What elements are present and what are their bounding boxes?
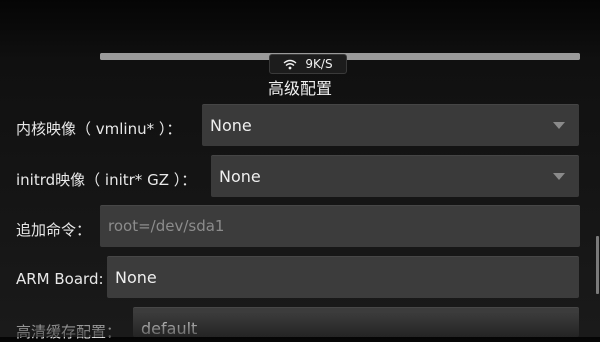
extra-command-placeholder: root=/dev/sda1 xyxy=(108,217,225,235)
hd-cache-value: default xyxy=(141,319,198,338)
kernel-image-select[interactable]: None xyxy=(202,104,579,146)
kernel-image-value: None xyxy=(210,115,252,135)
scrollbar[interactable] xyxy=(596,236,599,294)
arm-board-input[interactable]: None xyxy=(107,256,579,298)
kernel-image-label: 内核映像（ vmlinu* ）： xyxy=(16,120,182,138)
wifi-icon xyxy=(283,59,297,70)
network-speed-indicator: 9K/S xyxy=(269,54,347,74)
dropdown-arrow-icon xyxy=(553,173,565,180)
extra-command-label: 追加命令： xyxy=(16,221,92,239)
extra-command-input[interactable]: root=/dev/sda1 xyxy=(100,205,580,247)
arm-board-value: None xyxy=(115,267,157,287)
hd-cache-input[interactable]: default xyxy=(133,307,579,338)
initrd-image-value: None xyxy=(219,166,261,186)
arm-board-label: ARM Board: xyxy=(16,270,104,288)
initrd-image-label: initrd映像（ initr* GZ ）： xyxy=(16,171,197,189)
hd-cache-label: 高清缓存配置： xyxy=(16,323,122,341)
dropdown-arrow-icon xyxy=(553,122,565,129)
initrd-image-select[interactable]: None xyxy=(211,155,579,197)
network-speed-text: 9K/S xyxy=(305,57,333,71)
page-title: 高级配置 xyxy=(267,79,332,98)
